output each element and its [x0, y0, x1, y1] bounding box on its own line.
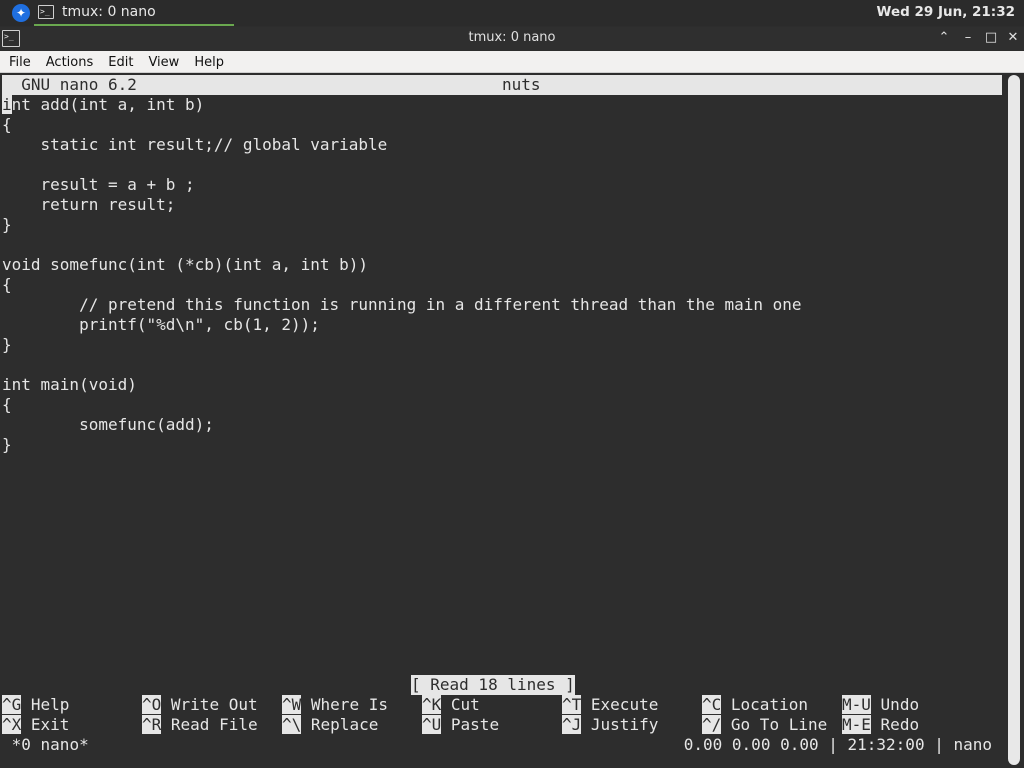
menubar: File Actions Edit View Help: [0, 51, 1024, 73]
code-line[interactable]: [2, 155, 802, 175]
shortcut-redo[interactable]: M-E Redo: [842, 715, 919, 735]
nano-version: GNU nano 6.2: [21, 75, 137, 94]
window-title: tmux: 0 nano: [468, 30, 556, 45]
shortcut-undo[interactable]: M-U Undo: [842, 695, 919, 715]
shortcut-where-is[interactable]: ^W Where Is: [282, 695, 388, 715]
shortcut-write-out[interactable]: ^O Write Out: [142, 695, 258, 715]
code-line[interactable]: int main(void): [2, 375, 802, 395]
scrollbar[interactable]: [1006, 75, 1022, 765]
shortcut-justify[interactable]: ^J Justify: [562, 715, 658, 735]
taskbar-item-tmux[interactable]: >_ tmux: 0 nano: [34, 0, 234, 26]
minimize-icon[interactable]: ⌃: [935, 29, 953, 47]
shortcut-exit[interactable]: ^X Exit: [2, 715, 69, 735]
tmux-status-bar: *0 nano* 0.00 0.00 0.00 | 21:32:00 | nano: [2, 735, 1002, 755]
code-line[interactable]: return result;: [2, 195, 802, 215]
code-line[interactable]: [2, 355, 802, 375]
menu-actions[interactable]: Actions: [40, 52, 100, 73]
shortcut-replace[interactable]: ^\ Replace: [282, 715, 378, 735]
nano-status-message: [ Read 18 lines ]: [411, 675, 575, 695]
menu-edit[interactable]: Edit: [102, 52, 139, 73]
code-line[interactable]: void somefunc(int (*cb)(int a, int b)): [2, 255, 802, 275]
shortcut-go-to-line[interactable]: ^/ Go To Line: [702, 715, 827, 735]
code-line[interactable]: }: [2, 335, 802, 355]
code-line[interactable]: int add(int a, int b): [2, 95, 802, 115]
shortcut-paste[interactable]: ^U Paste: [422, 715, 499, 735]
tmux-window-label[interactable]: *0 nano*: [12, 735, 89, 754]
restore-icon[interactable]: –: [959, 29, 977, 47]
code-line[interactable]: static int result;// global variable: [2, 135, 802, 155]
code-line[interactable]: somefunc(add);: [2, 415, 802, 435]
menu-help[interactable]: Help: [188, 52, 230, 73]
menu-view[interactable]: View: [142, 52, 185, 73]
top-panel: ✦ >_ tmux: 0 nano Wed 29 Jun, 21:32: [0, 0, 1024, 26]
terminal-area[interactable]: GNU nano 6.2 nuts int add(int a, int b) {…: [0, 73, 1024, 768]
shortcut-cut[interactable]: ^K Cut: [422, 695, 480, 715]
maximize-icon[interactable]: □: [982, 29, 1000, 47]
code-line[interactable]: {: [2, 115, 802, 135]
code-line[interactable]: [2, 235, 802, 255]
code-line[interactable]: // pretend this function is running in a…: [2, 295, 801, 315]
app-logo-icon[interactable]: ✦: [12, 4, 30, 22]
window-titlebar[interactable]: >_ tmux: 0 nano ⌃ – □ ✕: [0, 27, 1024, 50]
code-line[interactable]: }: [2, 435, 802, 455]
code-line[interactable]: {: [2, 275, 802, 295]
code-line[interactable]: {: [2, 395, 802, 415]
shortcut-location[interactable]: ^C Location: [702, 695, 808, 715]
code-line[interactable]: result = a + b ;: [2, 175, 802, 195]
taskbar-item-label: tmux: 0 nano: [62, 4, 156, 20]
shortcut-help[interactable]: ^G Help: [2, 695, 69, 715]
text-cursor: i: [2, 95, 12, 114]
shortcut-read-file[interactable]: ^R Read File: [142, 715, 258, 735]
menu-file[interactable]: File: [3, 52, 37, 73]
code-line[interactable]: printf("%d\n", cb(1, 2));: [2, 315, 802, 335]
code-editor[interactable]: int add(int a, int b) { static int resul…: [0, 95, 802, 455]
terminal-icon: >_: [38, 5, 54, 19]
tmux-right-status: 0.00 0.00 0.00 | 21:32:00 | nano: [683, 735, 992, 754]
clock[interactable]: Wed 29 Jun, 21:32: [877, 4, 1015, 20]
code-line[interactable]: }: [2, 215, 802, 235]
nano-filename: nuts: [502, 75, 541, 94]
shortcut-execute[interactable]: ^T Execute: [562, 695, 658, 715]
close-icon[interactable]: ✕: [1004, 29, 1022, 47]
scrollbar-thumb[interactable]: [1008, 75, 1020, 765]
nano-header: GNU nano 6.2 nuts: [2, 75, 1002, 95]
